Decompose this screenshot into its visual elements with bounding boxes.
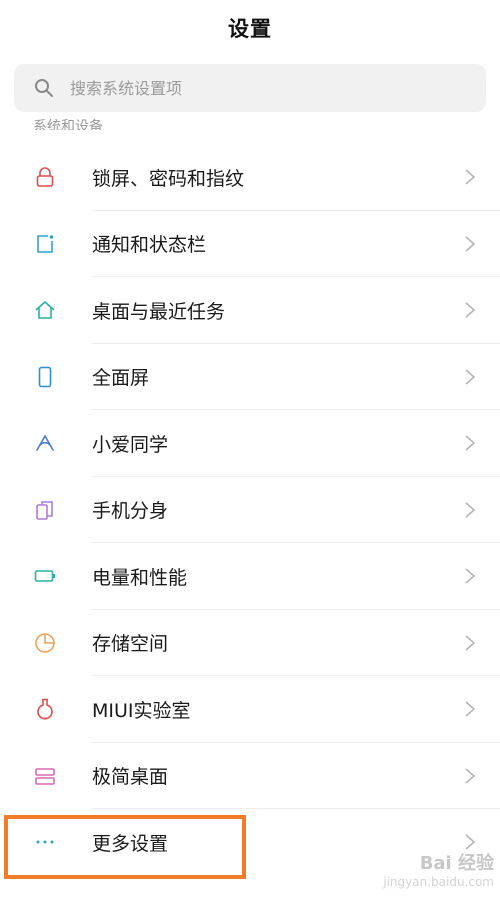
watermark-logo: Bai 经验 jingyan.baidu.com [374, 849, 494, 901]
page-title: 设置 [228, 17, 272, 41]
settings-item-label: MIUI实验室 [92, 699, 191, 722]
battery-icon [33, 564, 57, 588]
search-bar[interactable] [14, 64, 486, 112]
chevron-right-icon [465, 369, 476, 385]
settings-item-label: 手机分身 [92, 500, 169, 523]
chevron-right-icon [465, 435, 476, 451]
settings-item-label: 锁屏、密码和指纹 [92, 167, 245, 190]
chevron-right-icon [465, 302, 476, 318]
watermark-brand: Bai 经验 [419, 853, 494, 874]
section-title: 系统和设备 [33, 119, 103, 130]
notification-icon [33, 232, 57, 256]
settings-item-label: 极简桌面 [92, 766, 169, 789]
storage-pie-icon [33, 631, 57, 655]
settings-item-label: 桌面与最近任务 [92, 300, 226, 323]
minimal-home-icon [33, 764, 57, 788]
chevron-right-icon [465, 568, 476, 584]
settings-item-notifications[interactable]: 通知和状态栏 [0, 211, 500, 277]
settings-item-minimal-desktop[interactable]: 极简桌面 [0, 743, 500, 809]
flask-icon [33, 697, 57, 721]
settings-list: 锁屏、密码和指纹 通知和状态栏 桌面与最近任务 全面屏 小爱同学 手机分身 电量… [0, 144, 500, 876]
xiaoai-icon [33, 431, 57, 455]
chevron-right-icon [465, 635, 476, 651]
chevron-right-icon [465, 169, 476, 185]
home-icon [33, 298, 57, 322]
watermark-site: jingyan.baidu.com [383, 875, 494, 889]
lock-icon [33, 165, 57, 189]
settings-item-label: 全面屏 [92, 367, 150, 390]
settings-item-label: 小爱同学 [92, 433, 169, 456]
settings-item-xiaoai[interactable]: 小爱同学 [0, 410, 500, 477]
settings-item-home-screen[interactable]: 桌面与最近任务 [0, 277, 500, 344]
search-icon [35, 79, 53, 97]
settings-item-miui-lab[interactable]: MIUI实验室 [0, 676, 500, 743]
chevron-right-icon [465, 768, 476, 784]
settings-item-lockscreen[interactable]: 锁屏、密码和指纹 [0, 144, 500, 211]
chevron-right-icon [465, 236, 476, 252]
settings-item-label: 电量和性能 [92, 566, 188, 589]
chevron-right-icon [465, 502, 476, 518]
highlight-box [4, 815, 246, 879]
search-input[interactable] [70, 78, 430, 98]
settings-item-label: 通知和状态栏 [92, 234, 207, 257]
phone-icon [33, 365, 57, 389]
settings-item-fullscreen[interactable]: 全面屏 [0, 344, 500, 410]
header: 设置 [0, 0, 500, 56]
settings-item-battery[interactable]: 电量和性能 [0, 543, 500, 610]
dual-phone-icon [33, 498, 57, 522]
settings-item-storage[interactable]: 存储空间 [0, 610, 500, 676]
settings-item-label: 存储空间 [92, 633, 169, 656]
chevron-right-icon [465, 701, 476, 717]
settings-item-second-space[interactable]: 手机分身 [0, 477, 500, 543]
